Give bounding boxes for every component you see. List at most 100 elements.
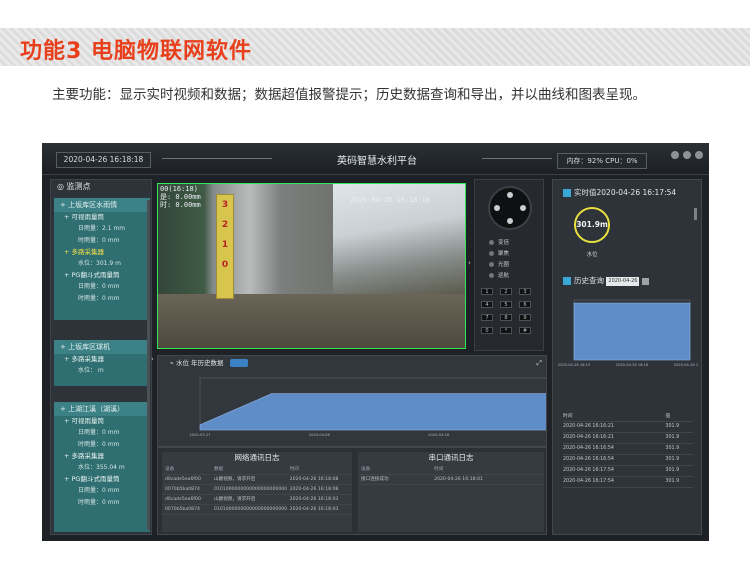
table-row: 2020-04-26 16:16:54 301.9 — [563, 454, 693, 466]
reading: 时雨量：0 mm — [78, 499, 120, 506]
keypad-key[interactable]: 7 — [481, 314, 493, 321]
table-row: 2020-04-26 16:16:21 301.9 — [563, 421, 693, 433]
network-log-title: 网络通讯日志 — [234, 453, 280, 462]
keypad-key[interactable]: # — [519, 327, 531, 334]
table-row: 2020-04-26 16:17:54 301.9 — [563, 476, 693, 488]
gauge-label: 水位 — [586, 252, 598, 258]
monitor-sidebar: ◎ 监测点 + 上坂库区水雨情 + 可视雨量筒 日雨量：2.1 mm 时雨量：0… — [50, 179, 152, 535]
reading: 水位：355.04 m — [78, 464, 125, 471]
banner-title: 功能3 电脑物联网软件 — [20, 39, 252, 64]
keypad-key[interactable]: * — [500, 327, 512, 334]
divider — [162, 158, 272, 159]
chart-toggle-button[interactable] — [229, 359, 248, 367]
monitor-icon: ◎ — [57, 182, 67, 191]
app-window: 2020-04-26 16:18:18 英码智慧水利平台 内存：92% CPU：… — [42, 143, 709, 541]
network-log: 网络通讯日志 设备 数据 时间 d0cade5ea6f00 山巅视频，请求开启 2020… — [162, 452, 352, 532]
expand-icon[interactable]: ⤢ — [536, 359, 542, 368]
keypad-key[interactable]: 6 — [519, 301, 531, 308]
device-item[interactable]: + 多路采集器 — [54, 247, 150, 258]
station-group[interactable]: + 上坂库区球机 + 多路采集器 水位： m — [54, 340, 150, 386]
device-item[interactable]: + 多路采集器 — [54, 354, 150, 365]
sidebar-header: ◎ 监测点 — [51, 180, 151, 194]
x-tick-label: 2020-03-27 — [190, 433, 211, 437]
keypad-key[interactable]: 3 — [519, 288, 531, 295]
direction-pad[interactable] — [488, 186, 532, 230]
station-group[interactable]: + 上坂库区水雨情 + 可视雨量筒 日雨量：2.1 mm 时雨量：0 mm + … — [54, 198, 150, 320]
reading: 时雨量：0 mm — [78, 441, 120, 448]
history-query-chart: 2020-04-26 16:15 2020-04-26 16:16 2020-04-… — [558, 299, 698, 367]
reading: 水位： m — [78, 367, 104, 374]
serial-log: 串口通讯日志 设备 时间 接口连接成功 2020-04-26 16:18:01 — [358, 452, 544, 532]
station-title[interactable]: + 上坂库区水雨情 — [54, 198, 150, 212]
keypad-key[interactable]: 4 — [481, 301, 493, 308]
series-area — [199, 393, 546, 431]
serial-log-title: 串口通讯日志 — [428, 453, 474, 462]
close-icon[interactable] — [695, 151, 703, 159]
maximize-icon[interactable] — [683, 151, 691, 159]
table-row: 接口连接成功 2020-04-26 16:18:01 — [358, 474, 544, 485]
sidebar-scrollbar[interactable] — [147, 200, 150, 530]
reading: 日雨量：0 mm — [78, 283, 120, 290]
realtime-panel: 实时值2020-04-26 16:17:54 301.9m 水位 历史查询 20… — [552, 179, 702, 535]
arrow-right-icon[interactable] — [520, 205, 526, 211]
cruise-control[interactable]: 巡航 — [481, 271, 539, 280]
collapse-right-icon[interactable]: ‹ — [468, 259, 471, 267]
device-item[interactable]: + 可视雨量筒 — [54, 212, 150, 223]
realtime-header: 实时值2020-04-26 16:17:54 — [563, 187, 676, 198]
history-chart-panel: ⌁ 水位 年历史数据 ⤢ 2020-03-27 2020-04-06 2020-04… — [157, 355, 547, 447]
system-status: 内存：92% CPU：0% — [557, 153, 647, 169]
history-table: 时间值 2020-04-26 16:16:21 301.9 2020-04-26 … — [563, 410, 693, 488]
reading: 时雨量：0 mm — [78, 295, 120, 302]
keypad-key[interactable]: 2 — [500, 288, 512, 295]
video-scene — [158, 294, 465, 348]
iris-control[interactable]: 光圈 — [481, 260, 539, 269]
device-item[interactable]: + 多路采集器 — [54, 451, 150, 462]
realtime-title: 实时值2020-04-26 16:17:54 — [574, 188, 677, 197]
device-item[interactable]: + PG翻斗式雨量筒 — [54, 474, 150, 485]
keypad-key[interactable]: 1 — [481, 288, 493, 295]
water-level-chart: 2020-03-272020-04-062020-04-162020-04-26 — [190, 377, 546, 437]
x-tick-label: 2020-04-06 — [309, 433, 331, 437]
video-feed[interactable]: 3210 00(16:18) 是: 0.00mm 时: 0.00mm 2020-… — [157, 183, 466, 349]
date-picker[interactable]: 2020-04-26 — [606, 276, 640, 286]
station-title[interactable]: + 上湖江溪（湖溪） — [54, 402, 150, 416]
staff-gauge: 3210 — [216, 194, 234, 299]
keypad-key[interactable]: 0 — [481, 327, 493, 334]
arrow-left-icon[interactable] — [494, 205, 500, 211]
device-item[interactable]: + 可视雨量筒 — [54, 416, 150, 427]
table-row: d0cade5ea6f00 山巅视频，请求开启 2020-04-26 16:18:0… — [162, 494, 352, 505]
reading: 水位：301.9 m — [78, 260, 121, 267]
datetime-display: 2020-04-26 16:18:18 — [56, 152, 151, 168]
x-tick-label: 2020-04-26 16:16 — [616, 363, 649, 367]
app-topbar: 2020-04-26 16:18:18 英码智慧水利平台 内存：92% CPU：… — [42, 143, 709, 175]
arrow-down-icon[interactable] — [507, 218, 513, 224]
x-tick-label: 2020-04-26 16:17 — [674, 363, 698, 367]
ptz-control-panel: 变倍 聚焦 光圈 巡航 1 2 3 4 5 6 7 8 9 0 * # — [474, 179, 544, 351]
divider — [482, 158, 552, 159]
log-panels: 网络通讯日志 设备 数据 时间 d0cade5ea6f00 山巅视频，请求开启 2020… — [157, 447, 547, 535]
panel-scrollbar[interactable] — [694, 208, 697, 220]
x-tick-label: 2020-04-26 16:15 — [558, 363, 590, 367]
calendar-icon[interactable] — [641, 277, 649, 285]
table-row: 2020-04-26 16:16:54 301.9 — [563, 443, 693, 455]
station-group[interactable]: + 上湖江溪（湖溪） + 可视雨量筒 日雨量：0 mm 时雨量：0 mm + 多… — [54, 402, 150, 532]
keypad-key[interactable]: 5 — [500, 301, 512, 308]
focus-control[interactable]: 聚焦 — [481, 249, 539, 258]
station-title[interactable]: + 上坂库区球机 — [54, 340, 150, 354]
keypad-key[interactable]: 8 — [500, 314, 512, 321]
keypad-key[interactable]: 9 — [519, 314, 531, 321]
history-icon — [563, 277, 571, 285]
video-timestamp: 2020-04-26 16:18:18 — [350, 196, 431, 204]
series-area — [573, 302, 691, 361]
table-row: 2020-04-26 16:16:21 301.9 — [563, 432, 693, 444]
minimize-icon[interactable] — [671, 151, 679, 159]
reading: 日雨量：0 mm — [78, 487, 120, 494]
arrow-up-icon[interactable] — [507, 192, 513, 198]
serial-log-table: 设备 时间 接口连接成功 2020-04-26 16:18:01 — [358, 464, 544, 485]
collapse-left-icon[interactable]: › — [151, 355, 154, 363]
zoom-control[interactable]: 变倍 — [481, 238, 539, 247]
chart-header: ⌁ 水位 年历史数据 — [158, 356, 546, 370]
device-item[interactable]: + PG翻斗式雨量筒 — [54, 270, 150, 281]
history-query-header: 历史查询 2020-04-26 — [563, 275, 649, 286]
water-level-gauge: 301.9m — [574, 207, 610, 243]
